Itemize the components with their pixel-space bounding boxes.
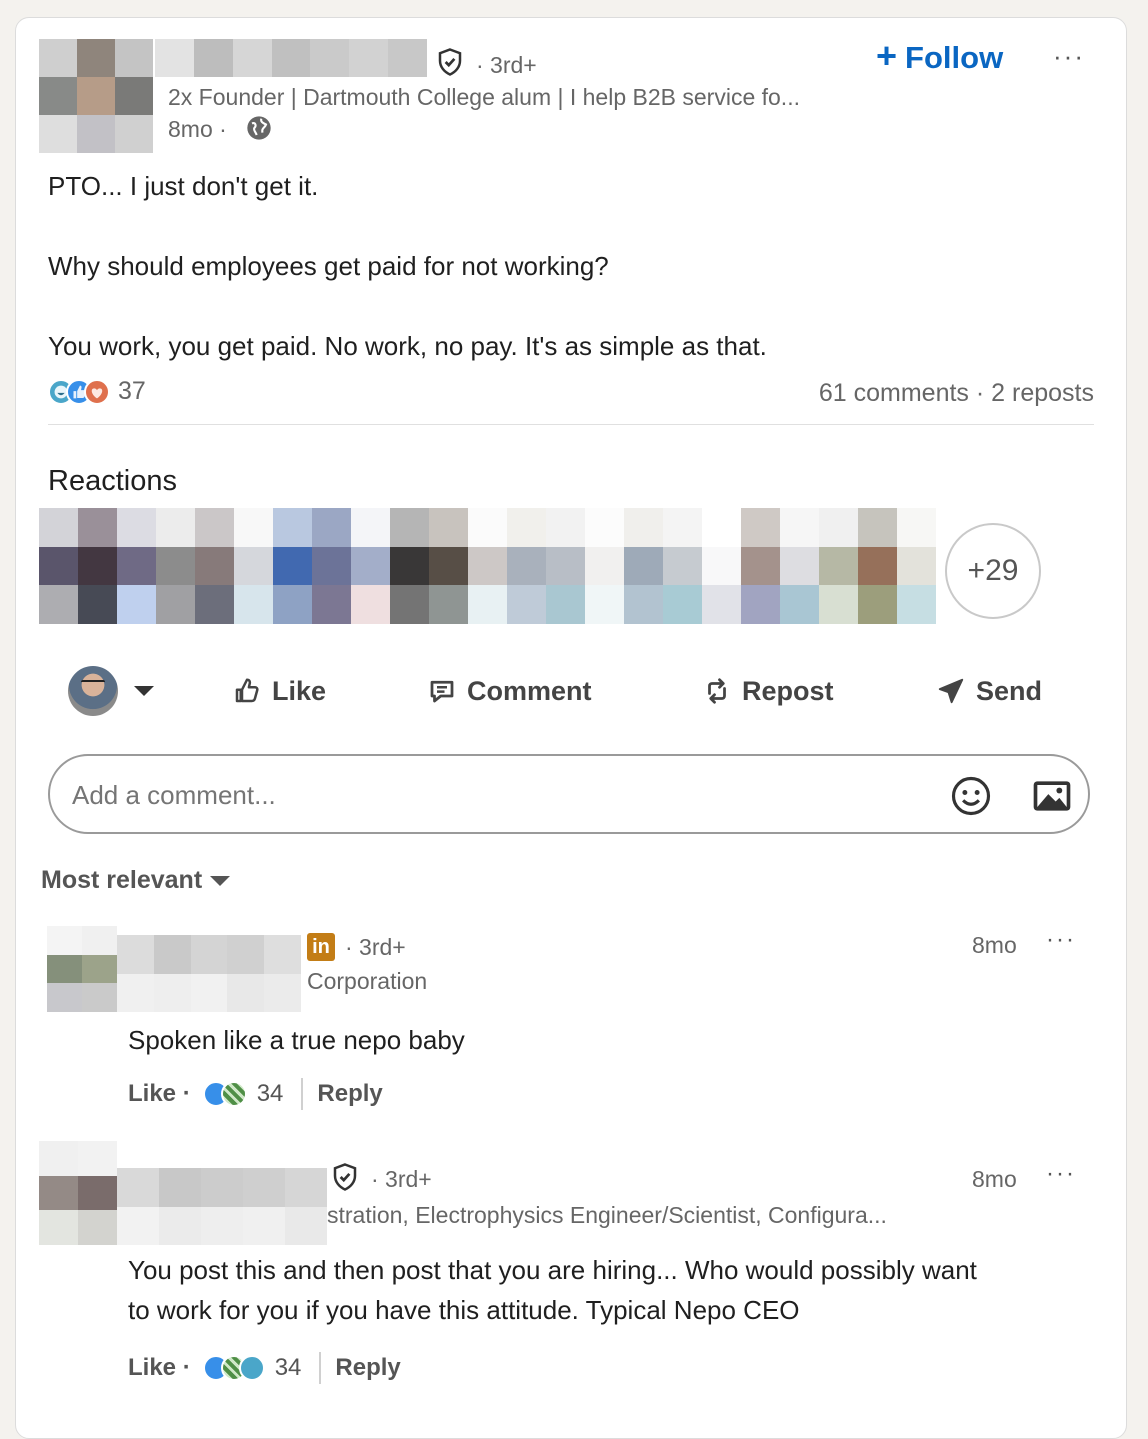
author-avatar[interactable] xyxy=(39,39,153,153)
commenter-degree: · 3rd+ xyxy=(371,1166,432,1192)
comment-like-button[interactable]: Like · xyxy=(128,1354,191,1382)
comment-actions: Like · 34 Reply xyxy=(128,1352,401,1384)
reaction-count: 37 xyxy=(118,377,146,405)
more-icon[interactable]: ··· xyxy=(1046,1162,1076,1186)
divider xyxy=(48,424,1094,425)
comment-line: to work for you if you have this attitud… xyxy=(128,1295,800,1325)
send-button[interactable]: Send xyxy=(936,668,1042,714)
verified-shield-icon xyxy=(330,1162,360,1197)
like-icon xyxy=(235,678,259,703)
reaction-identity-selector[interactable] xyxy=(68,666,154,716)
author-degree: · 3rd+ xyxy=(476,52,537,78)
like-button[interactable]: Like xyxy=(232,668,326,714)
comment-time: 8mo xyxy=(972,1166,1017,1192)
funny-reaction-icon xyxy=(238,1355,265,1381)
send-label: Send xyxy=(976,675,1043,706)
comment-line: You post this and then post that you are… xyxy=(128,1255,977,1285)
commenter-avatar[interactable] xyxy=(47,926,117,1012)
commenter-name-redacted[interactable] xyxy=(117,935,301,1012)
commenter-avatar[interactable] xyxy=(39,1141,117,1245)
love-reaction-icon xyxy=(84,378,110,405)
comment-label: Comment xyxy=(467,675,592,706)
comment-button[interactable]: Comment xyxy=(427,668,592,714)
separator xyxy=(301,1078,304,1110)
comment-like-button[interactable]: Like · xyxy=(128,1080,191,1108)
comment-reply-button[interactable]: Reply xyxy=(335,1354,400,1382)
comment-text: You post this and then post that you are… xyxy=(128,1250,1098,1330)
support-reaction-icon xyxy=(220,1081,247,1107)
reactions-summary[interactable]: 37 xyxy=(48,377,146,406)
comment-input[interactable] xyxy=(70,774,914,816)
separator xyxy=(319,1352,322,1384)
sort-label: Most relevant xyxy=(41,866,203,894)
commenter-subtitle: stration, Electrophysics Engineer/Scient… xyxy=(327,1202,887,1228)
comment-reaction-count: 34 xyxy=(274,1354,302,1381)
emoji-icon[interactable] xyxy=(950,775,992,822)
globe-icon xyxy=(245,114,273,147)
more-reactors-count: +29 xyxy=(967,554,1019,587)
avatar xyxy=(68,666,118,716)
more-reactors-button[interactable]: +29 xyxy=(945,523,1041,619)
more-icon[interactable]: ··· xyxy=(1053,43,1085,69)
image-icon[interactable] xyxy=(1030,775,1074,822)
reactors-avatars[interactable] xyxy=(39,508,936,624)
comment-reaction-count: 34 xyxy=(256,1080,284,1107)
caret-down-icon xyxy=(134,686,154,696)
reactions-heading: Reactions xyxy=(48,465,177,497)
repost-icon xyxy=(708,678,726,704)
commenter-subtitle: Corporation xyxy=(307,968,428,994)
comment-time: 8mo xyxy=(972,932,1017,958)
comment-box[interactable] xyxy=(48,754,1090,834)
repost-label: Repost xyxy=(742,675,834,706)
plus-icon: + xyxy=(876,35,898,76)
sort-dropdown[interactable]: Most relevant xyxy=(41,866,231,895)
comments-reposts-count[interactable]: 61 comments · 2 reposts xyxy=(819,379,1094,408)
like-label: Like xyxy=(272,675,327,706)
author-headline: 2x Founder | Dartmouth College alum | I … xyxy=(168,84,800,110)
follow-button[interactable]: + Follow xyxy=(876,35,1004,76)
author-name-redacted[interactable] xyxy=(155,39,427,77)
comment-reply-button[interactable]: Reply xyxy=(317,1080,382,1108)
more-icon[interactable]: ··· xyxy=(1046,928,1076,952)
post-body: PTO... I just don't get it. Why should e… xyxy=(48,166,1108,366)
comment-line: Spoken like a true nepo baby xyxy=(128,1025,465,1055)
comment-text: Spoken like a true nepo baby xyxy=(128,1020,465,1060)
post-line: PTO... I just don't get it. xyxy=(48,171,319,201)
commenter-degree: · 3rd+ xyxy=(345,934,406,960)
caret-down-icon xyxy=(210,875,231,886)
post-time: 8mo · xyxy=(168,116,227,142)
commenter-name-redacted[interactable] xyxy=(117,1168,327,1245)
follow-label: Follow xyxy=(905,40,1004,75)
linkedin-badge-icon: in xyxy=(307,933,335,961)
repost-button[interactable]: Repost xyxy=(702,668,834,714)
post-line: You work, you get paid. No work, no pay.… xyxy=(48,331,767,361)
comment-icon xyxy=(430,680,454,703)
comment-actions: Like · 34 Reply xyxy=(128,1078,383,1110)
send-icon xyxy=(938,678,964,704)
post-line: Why should employees get paid for not wo… xyxy=(48,251,609,281)
verified-shield-icon xyxy=(435,47,465,82)
